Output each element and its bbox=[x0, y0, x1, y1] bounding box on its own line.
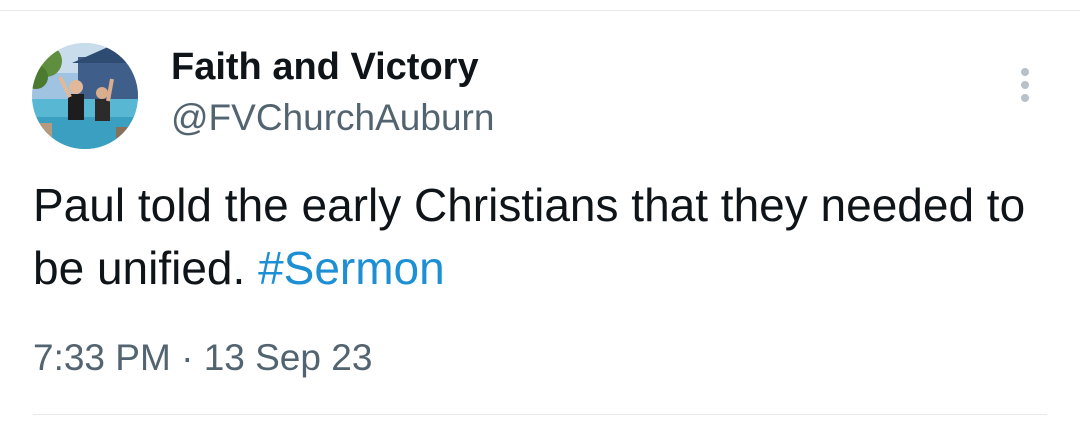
top-divider bbox=[0, 10, 1080, 11]
hashtag-link[interactable]: #Sermon bbox=[258, 242, 445, 294]
avatar-photo bbox=[32, 43, 138, 149]
more-vertical-icon bbox=[1021, 68, 1029, 76]
author-display-name[interactable]: Faith and Victory bbox=[171, 45, 479, 89]
tweet-date: 13 Sep 23 bbox=[203, 337, 373, 378]
more-vertical-icon-dot bbox=[1021, 81, 1029, 89]
tweet-time: 7:33 PM bbox=[33, 337, 171, 378]
tweet-timestamp[interactable]: 7:33 PM · 13 Sep 23 bbox=[33, 336, 372, 380]
timestamp-separator: · bbox=[181, 337, 194, 378]
avatar[interactable] bbox=[32, 43, 138, 149]
more-options-button[interactable] bbox=[1008, 60, 1042, 110]
tweet-body-text: Paul told the early Christians that they… bbox=[33, 179, 1026, 294]
bottom-divider bbox=[33, 414, 1047, 415]
more-vertical-icon-dot bbox=[1021, 94, 1029, 102]
author-handle[interactable]: @FVChurchAuburn bbox=[171, 96, 494, 140]
tweet-text: Paul told the early Christians that they… bbox=[33, 174, 1033, 300]
